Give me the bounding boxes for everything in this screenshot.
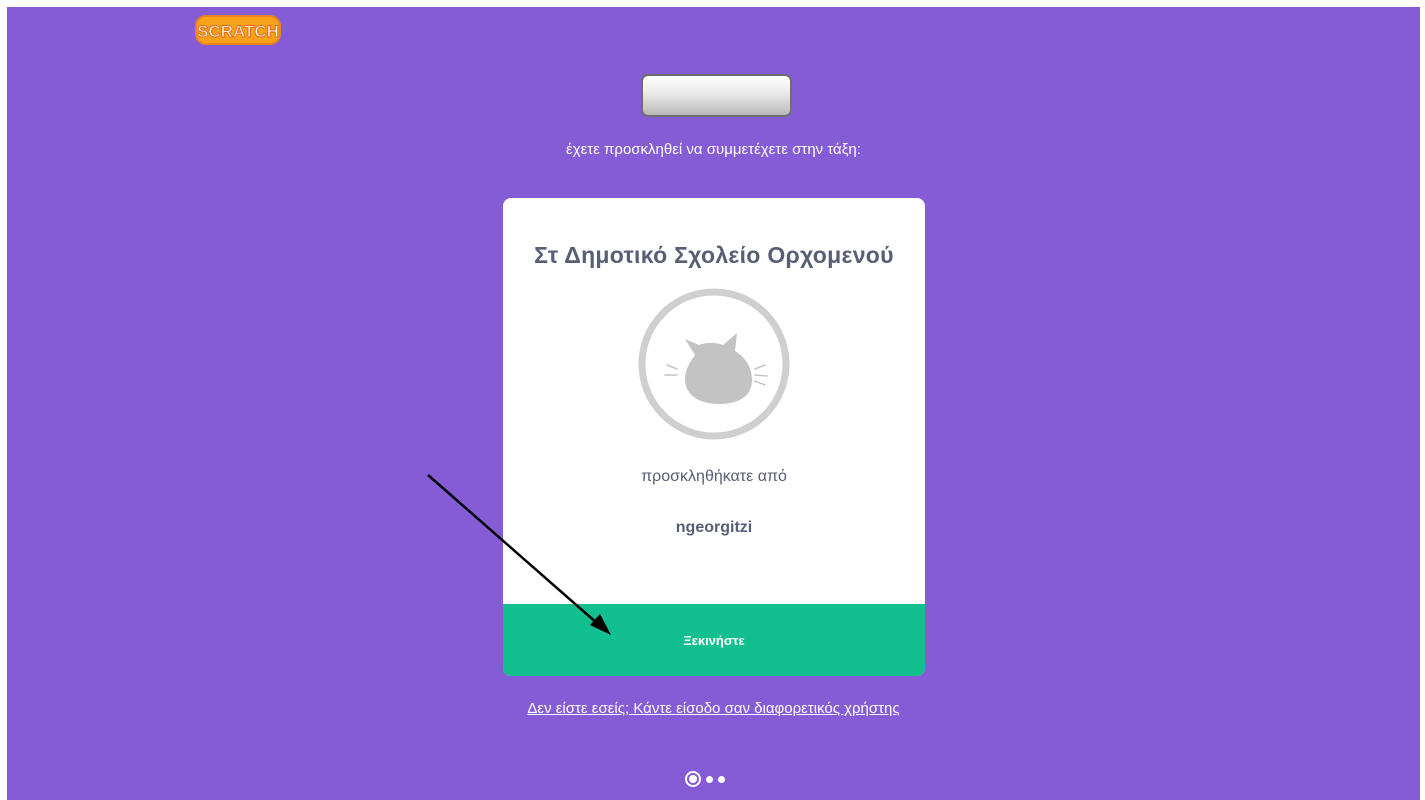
step-dot-active — [685, 771, 701, 787]
invite-page: SCRATCH έχετε προσκληθεί να συμμετέχετε … — [7, 7, 1420, 800]
scratch-logo[interactable]: SCRATCH — [194, 11, 282, 49]
invited-message: έχετε προσκληθεί να συμμετέχετε στην τάξ… — [566, 141, 861, 158]
step-dot — [706, 775, 713, 783]
step-indicator — [685, 770, 725, 788]
start-button[interactable]: Ξεκινήστε — [503, 604, 925, 676]
class-title: Στ Δημοτικό Σχολείο Ορχομενού — [534, 242, 894, 268]
cat-icon — [637, 287, 791, 441]
switch-user-link[interactable]: Δεν είστε εσείς; Κάντε είσοδο σαν διαφορ… — [7, 700, 1420, 717]
svg-text:SCRATCH: SCRATCH — [197, 22, 279, 41]
inviter-username[interactable]: ngeorgitzi — [503, 519, 925, 537]
teacher-avatar-placeholder — [641, 74, 792, 117]
invited-by-label: προσκληθήκατε από — [641, 468, 787, 485]
step-dot — [718, 775, 725, 783]
class-card: Στ Δημοτικό Σχολείο Ορχομενού προσκληθήκ… — [503, 198, 925, 676]
